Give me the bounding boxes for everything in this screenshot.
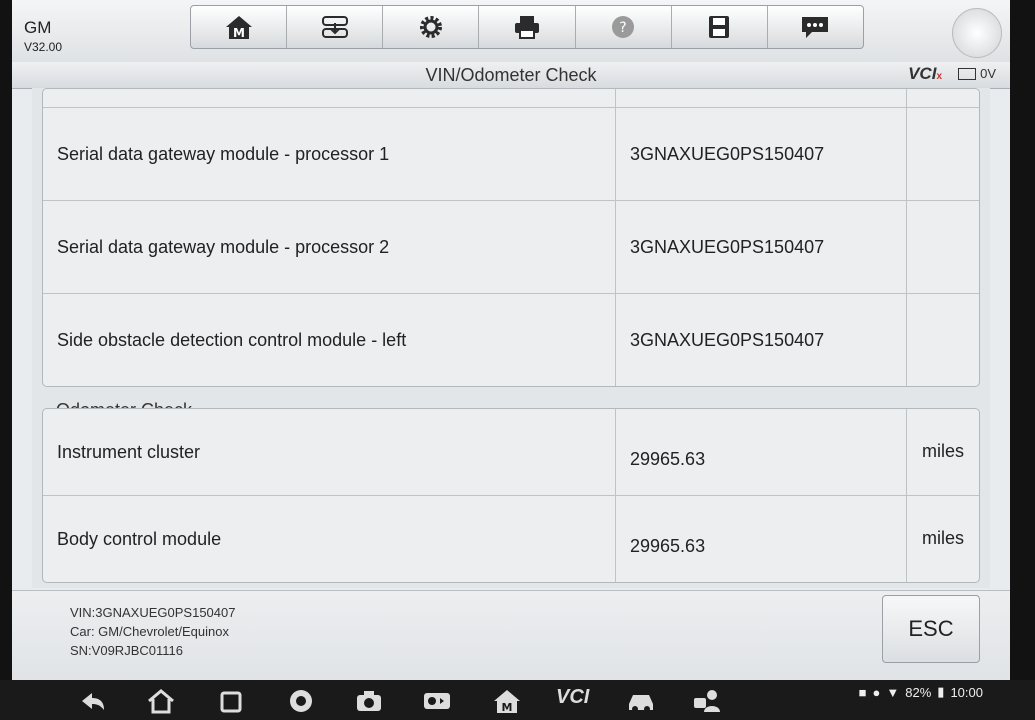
message-icon	[802, 17, 829, 38]
maxisys-home-letter: M	[502, 701, 513, 714]
vin-info: VIN:3GNAXUEG0PS150407	[70, 605, 236, 620]
notification-icon: ■	[858, 684, 867, 700]
bluetooth-icon: ●	[872, 684, 881, 700]
vehicle-swap-button[interactable]	[287, 6, 384, 48]
table-row-partial	[43, 89, 979, 108]
remote-support-icon[interactable]	[692, 688, 722, 719]
android-navigation-bar: M VCI ■ ● ▼ 82% ▮ 10:00	[0, 680, 1035, 720]
vehicle-brand: GM V32.00	[24, 18, 62, 54]
svg-text:?: ?	[619, 20, 626, 36]
unit-value	[907, 294, 979, 386]
module-name: Serial data gateway module - processor 1	[43, 108, 616, 200]
table-row: Serial data gateway module - processor 1…	[43, 108, 979, 201]
recent-apps-icon[interactable]	[216, 688, 246, 719]
vin-check-table: Serial data gateway module - processor 1…	[42, 88, 980, 387]
module-name: Serial data gateway module - processor 2	[43, 201, 616, 293]
battery-level: 82%	[905, 684, 932, 700]
module-name: Instrument cluster	[43, 409, 616, 495]
unit-value: miles	[921, 441, 964, 461]
save-button[interactable]	[672, 6, 768, 48]
floating-home-button[interactable]	[952, 8, 1002, 58]
page-title: VIN/Odometer Check	[425, 65, 597, 85]
footer-bar: VIN:3GNAXUEG0PS150407 Car: GM/Chevrolet/…	[12, 590, 1010, 690]
odometer-value: 29965.63	[616, 496, 907, 582]
print-button[interactable]	[479, 6, 576, 48]
system-status: ■ ● ▼ 82% ▮ 10:00	[859, 684, 983, 700]
android-home-icon[interactable]	[146, 688, 176, 719]
module-name: Body control module	[43, 496, 616, 582]
vci-disconnected-icon: x	[936, 71, 942, 82]
vin-value: 3GNAXUEG0PS150407	[616, 294, 907, 386]
help-button[interactable]: ?	[576, 6, 672, 48]
clock: 10:00	[950, 684, 983, 700]
settings-button[interactable]	[383, 6, 480, 48]
vehicle-swap-icon	[321, 16, 348, 38]
unit-value: miles	[921, 528, 964, 548]
car-info: Car: GM/Chevrolet/Equinox	[70, 624, 229, 639]
module-name: Side obstacle detection control module -…	[43, 294, 616, 386]
esc-button[interactable]: ESC	[882, 595, 980, 663]
battery-status-icon: ▮	[937, 684, 945, 699]
printer-icon	[514, 16, 539, 39]
vin-value: 3GNAXUEG0PS150407	[616, 201, 907, 293]
top-bar: GM V32.00 M ?	[12, 0, 1010, 63]
voltage-value: 0V	[980, 66, 996, 81]
vehicle-info: VIN:3GNAXUEG0PS150407 Car: GM/Chevrolet/…	[70, 603, 235, 660]
results-content[interactable]: Serial data gateway module - processor 1…	[32, 88, 990, 588]
odometer-table: Instrument cluster 29965.63 miles Body c…	[42, 408, 980, 583]
make-label: GM	[24, 18, 52, 37]
battery-icon	[958, 67, 977, 80]
camera-icon[interactable]	[354, 688, 384, 719]
table-row: Instrument cluster 29965.63 miles	[43, 409, 979, 496]
unit-value	[907, 201, 979, 293]
help-icon: ?	[612, 16, 635, 38]
wifi-icon: ▼	[886, 684, 900, 700]
home-icon-letter: M	[233, 26, 245, 40]
voltage-indicator: 0V	[958, 66, 996, 81]
chrome-icon[interactable]	[286, 688, 316, 719]
back-icon[interactable]	[78, 688, 108, 719]
app-screen: GM V32.00 M ? VIN/Odometer Check VCIx 0V…	[12, 0, 1010, 690]
table-row: Body control module 29965.63 miles	[43, 496, 979, 582]
toolbar: M ?	[190, 5, 864, 49]
table-row: Side obstacle detection control module -…	[43, 294, 979, 386]
vin-value: 3GNAXUEG0PS150407	[616, 108, 907, 200]
settings-gear-icon	[419, 16, 442, 38]
vehicle-icon[interactable]	[626, 688, 656, 719]
vci-manager-icon[interactable]: VCI	[556, 686, 589, 709]
brightness-volume-icon[interactable]	[422, 688, 452, 719]
vci-label: VCI	[908, 64, 937, 83]
odometer-value: 29965.63	[616, 409, 907, 495]
title-bar: VIN/Odometer Check VCIx 0V	[12, 62, 1010, 89]
home-button[interactable]: M	[191, 6, 288, 48]
home-icon: M	[225, 16, 252, 40]
vci-status: VCIx	[908, 64, 942, 84]
unit-value	[907, 108, 979, 200]
version-label: V32.00	[24, 40, 63, 54]
save-icon	[709, 16, 730, 38]
serial-number-info: SN:V09RJBC01116	[70, 643, 183, 658]
table-row: Serial data gateway module - processor 2…	[43, 201, 979, 294]
message-button[interactable]	[768, 6, 863, 48]
maxisys-home-icon[interactable]: M	[492, 688, 522, 719]
